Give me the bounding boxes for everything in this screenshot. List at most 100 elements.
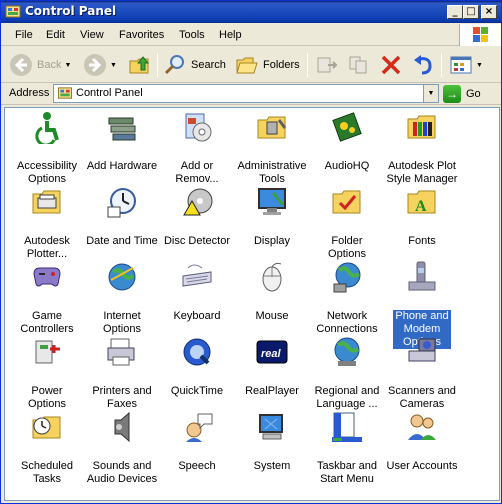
forward-dropdown-icon[interactable]: ▼ [110, 62, 117, 69]
go-arrow-icon: → [443, 85, 461, 103]
views-dropdown-icon[interactable]: ▼ [476, 62, 483, 69]
control-panel-item[interactable]: Scanners and Cameras [384, 335, 460, 411]
control-panel-item[interactable]: Internet Options [84, 260, 160, 336]
accessibility-icon [30, 110, 64, 147]
control-panel-item[interactable]: Folder Options [309, 185, 385, 261]
forward-button[interactable]: ▼ [83, 50, 117, 80]
control-panel-item-label: Internet Options [103, 310, 141, 335]
user-accounts-icon [405, 410, 439, 444]
control-panel-item-label: Folder Options [328, 235, 366, 260]
administrative-tools-icon [255, 110, 289, 144]
control-panel-item[interactable]: Add Hardware [84, 110, 160, 173]
menu-help[interactable]: Help [219, 29, 242, 41]
menu-tools[interactable]: Tools [179, 29, 205, 41]
control-panel-item-label: Network Connections [316, 310, 378, 335]
control-panel-item-label: RealPlayer [245, 385, 299, 397]
control-panel-item[interactable]: Power Options [9, 335, 85, 411]
minimize-button[interactable]: _ [447, 5, 463, 19]
control-panel-item[interactable]: Network Connections [309, 260, 385, 336]
title-bar[interactable]: Control Panel _ □ × [1, 1, 501, 23]
maximize-button[interactable]: □ [463, 5, 479, 19]
control-panel-item[interactable]: Add or Remov... [159, 110, 235, 186]
up-folder-button[interactable] [128, 50, 152, 80]
control-panel-item[interactable]: Autodesk Plot Style Manager [384, 110, 460, 186]
menu-favorites[interactable]: Favorites [119, 29, 164, 41]
control-panel-item[interactable]: Speech [159, 410, 235, 473]
control-panel-item-label: Scheduled Tasks [21, 460, 73, 485]
menu-file[interactable]: File [15, 29, 33, 41]
close-button[interactable]: × [481, 5, 497, 19]
control-panel-item-label: Game Controllers [20, 310, 74, 335]
control-panel-item-label: System [253, 460, 291, 472]
menu-view[interactable]: View [80, 29, 104, 41]
power-options-icon [30, 335, 64, 369]
control-panel-item-label: Taskbar and Start Menu [317, 460, 377, 485]
control-panel-item[interactable]: User Accounts [384, 410, 460, 473]
folders-button[interactable]: Folders [235, 50, 300, 80]
control-panel-item-label: Autodesk Plot Style Manager [386, 160, 458, 185]
quicktime-icon [180, 335, 214, 369]
folders-label: Folders [263, 59, 300, 71]
control-panel-item[interactable]: Game Controllers [9, 260, 85, 336]
taskbar-start-menu-icon [330, 410, 364, 444]
control-panel-item[interactable]: Display [234, 185, 310, 248]
control-panel-item[interactable]: Taskbar and Start Menu [309, 410, 385, 486]
menu-bar: File Edit View Favorites Tools Help [1, 24, 501, 46]
back-button[interactable]: Back ▼ [9, 50, 71, 80]
control-panel-item[interactable]: Autodesk Plotter... [9, 185, 85, 261]
folders-icon [236, 57, 258, 74]
search-icon [164, 55, 184, 75]
fonts-icon: A [405, 185, 439, 219]
menu-edit[interactable]: Edit [46, 29, 65, 41]
system-icon [255, 410, 289, 444]
control-panel-item-label: Speech [178, 460, 216, 472]
go-button[interactable]: → Go [443, 85, 481, 103]
keyboard-icon [180, 260, 214, 294]
views-button[interactable]: ▼ [449, 50, 483, 80]
game-controllers-icon [30, 260, 64, 294]
control-panel-item[interactable]: Date and Time [84, 185, 160, 248]
address-field[interactable]: Control Panel ▼ [53, 84, 439, 103]
window-title: Control Panel [25, 4, 117, 18]
delete-button[interactable] [379, 50, 403, 80]
control-panel-item-label: Scanners and Cameras [388, 385, 456, 410]
control-panel-item[interactable]: Printers and Faxes [84, 335, 160, 411]
realplayer-icon: real [255, 335, 289, 369]
control-panel-item[interactable]: Keyboard [159, 260, 235, 323]
copy-to-icon [349, 56, 367, 74]
search-label: Search [191, 59, 226, 71]
control-panel-item[interactable]: Regional and Language ... [309, 335, 385, 411]
control-panel-item[interactable]: Scheduled Tasks [9, 410, 85, 486]
control-panel-window: Control Panel _ □ × File Edit View Favor… [0, 0, 502, 504]
address-value: Control Panel [76, 87, 143, 99]
control-panel-item-label: Fonts [408, 235, 436, 247]
control-panel-item[interactable]: Accessibility Options [9, 110, 85, 186]
svg-text:real: real [261, 348, 282, 360]
regional-language-icon [330, 335, 364, 369]
move-to-button[interactable] [315, 50, 339, 80]
date-time-icon [105, 185, 139, 219]
control-panel-item[interactable]: AudioHQ [309, 110, 385, 173]
control-panel-item[interactable]: System [234, 410, 310, 473]
control-panel-item[interactable]: Sounds and Audio Devices [84, 410, 160, 486]
control-panel-item[interactable]: QuickTime [159, 335, 235, 398]
scheduled-tasks-icon [30, 410, 64, 444]
up-folder-icon [129, 56, 150, 74]
back-dropdown-icon[interactable]: ▼ [64, 62, 71, 69]
control-panel-item[interactable]: Disc Detector [159, 185, 235, 248]
control-panel-item[interactable]: real RealPlayer [234, 335, 310, 398]
copy-to-button[interactable] [347, 50, 371, 80]
control-panel-item-label: Add Hardware [86, 160, 158, 172]
control-panel-item-label: Display [253, 235, 291, 247]
folder-options-icon [330, 185, 364, 219]
control-panel-item[interactable]: A Fonts [384, 185, 460, 248]
speech-icon [180, 410, 214, 444]
search-button[interactable]: Search [163, 50, 226, 80]
address-dropdown-icon[interactable]: ▼ [423, 85, 438, 102]
views-icon [450, 56, 472, 74]
control-panel-item-label: Regional and Language ... [314, 385, 380, 410]
undo-button[interactable] [411, 50, 435, 80]
control-panel-item[interactable]: Mouse [234, 260, 310, 323]
control-panel-item[interactable]: Administrative Tools [234, 110, 310, 186]
back-label: Back [37, 59, 62, 71]
